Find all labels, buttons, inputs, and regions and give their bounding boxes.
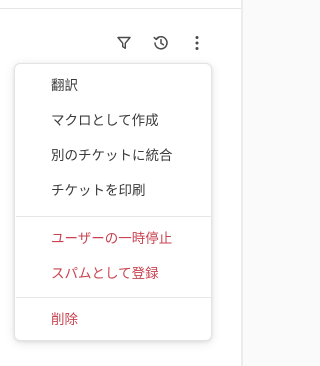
history-button[interactable] bbox=[150, 32, 172, 54]
menu-item-print-ticket[interactable]: チケットを印刷 bbox=[15, 176, 211, 206]
menu-item-suspend-user[interactable]: ユーザーの一時停止 bbox=[15, 224, 211, 254]
more-options-button[interactable] bbox=[186, 32, 208, 54]
menu-divider bbox=[16, 297, 212, 298]
ticket-toolbar bbox=[0, 32, 243, 54]
history-icon bbox=[152, 34, 170, 52]
menu-item-create-macro[interactable]: マクロとして作成 bbox=[15, 106, 211, 136]
filter-icon bbox=[116, 35, 132, 51]
menu-divider bbox=[16, 216, 212, 217]
pane-border bbox=[241, 0, 243, 366]
menu-item-mark-as-spam[interactable]: スパムとして登録 bbox=[15, 259, 211, 289]
menu-item-merge-ticket[interactable]: 別のチケットに統合 bbox=[15, 141, 211, 171]
more-vertical-icon bbox=[193, 34, 201, 52]
app-canvas: 翻訳 マクロとして作成 別のチケットに統合 チケットを印刷 ユーザーの一時停止 … bbox=[0, 0, 243, 366]
menu-item-translate[interactable]: 翻訳 bbox=[15, 71, 211, 101]
more-options-menu: 翻訳 マクロとして作成 別のチケットに統合 チケットを印刷 ユーザーの一時停止 … bbox=[14, 63, 212, 341]
menu-item-delete[interactable]: 削除 bbox=[15, 305, 211, 335]
header-divider bbox=[0, 0, 243, 9]
filter-button[interactable] bbox=[113, 32, 135, 54]
